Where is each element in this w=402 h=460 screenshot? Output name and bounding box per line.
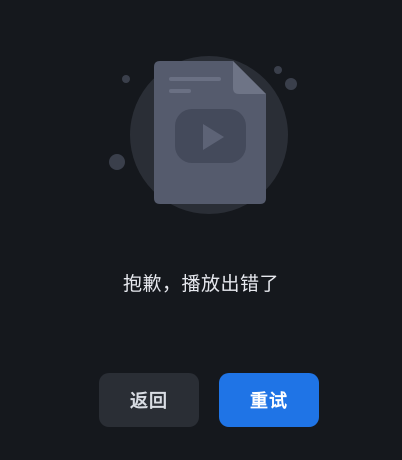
play-icon	[175, 109, 246, 163]
decor-dot	[109, 154, 125, 170]
back-button[interactable]: 返回	[99, 373, 199, 427]
retry-button[interactable]: 重试	[219, 373, 319, 427]
video-file-error-icon	[109, 56, 297, 214]
error-message: 抱歉，播放出错了	[122, 273, 279, 295]
decor-dot	[122, 75, 130, 83]
decor-dot	[285, 78, 297, 90]
video-error-illustration	[0, 0, 402, 240]
decor-dot	[274, 66, 282, 74]
